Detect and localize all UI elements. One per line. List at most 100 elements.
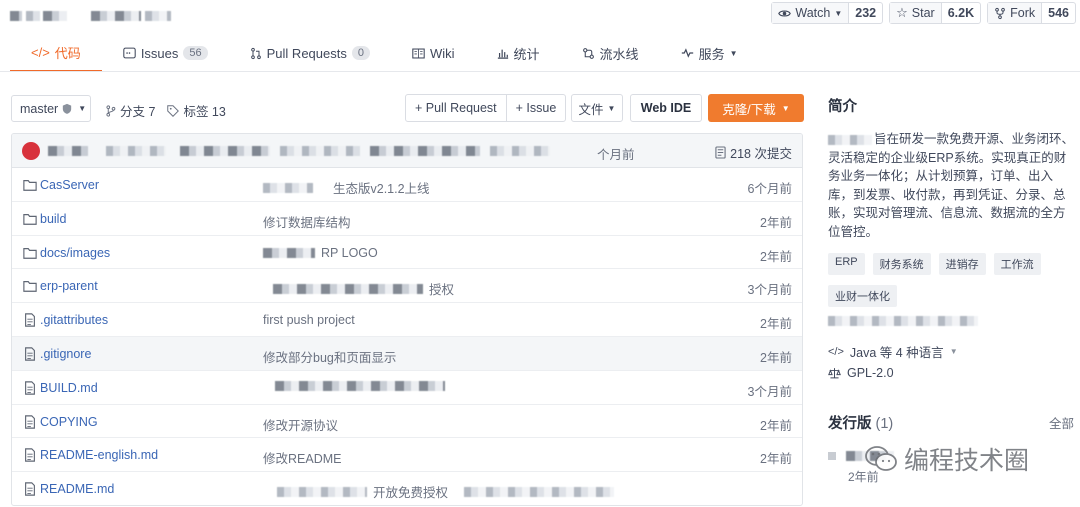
file-dropdown-button[interactable]: 文件 ▼ xyxy=(571,94,623,122)
file-name[interactable]: build xyxy=(40,212,66,226)
file-name[interactable]: .gitattributes xyxy=(40,313,108,327)
release-bullet xyxy=(828,452,836,460)
commit-message[interactable]: 修订数据库结构 xyxy=(263,212,351,231)
branches-link[interactable]: 分支 7 xyxy=(105,101,155,120)
top-bar: Watch ▼ 232 ☆ Star 6.2K Fork 546 xyxy=(0,0,1080,26)
table-row[interactable]: .gitattributes first push project 2年前 xyxy=(12,303,802,337)
table-row[interactable]: build 修订数据库结构 2年前 xyxy=(12,202,802,236)
commit-message[interactable]: first push project xyxy=(263,313,355,327)
redacted-text xyxy=(828,134,872,145)
create-button-group: + Pull Request + Issue xyxy=(405,94,567,122)
releases-header: 发行版 (1) 全部 xyxy=(828,412,1074,433)
wechat-icon xyxy=(865,446,897,471)
commit-message-redacted xyxy=(490,145,550,156)
topic-tag[interactable]: 财务系统 xyxy=(872,253,931,275)
file-name[interactable]: README.md xyxy=(40,482,114,496)
commit-time: 2年前 xyxy=(760,249,792,264)
language-info[interactable]: </> Java 等 4 种语言 ▼ xyxy=(828,342,958,361)
repo-description-text: 旨在研发一款免费开源、业务闭环、灵活稳定的企业级ERP系统。实现真正的财务业务一… xyxy=(828,132,1075,239)
table-row[interactable]: BUILD.md 3个月前 xyxy=(12,371,802,405)
pr-count-badge: 0 xyxy=(351,46,370,60)
table-row[interactable]: .gitignore 修改部分bug和页面显示 2年前 xyxy=(12,336,802,371)
commit-message[interactable]: 修改开源协议 xyxy=(263,415,338,434)
repo-title[interactable] xyxy=(10,7,171,22)
fork-count: 546 xyxy=(1048,6,1069,20)
homepage-link[interactable] xyxy=(828,316,978,326)
commit-message-redacted xyxy=(180,145,270,156)
new-issue-button[interactable]: + Issue xyxy=(505,95,566,121)
watch-label: Watch xyxy=(795,6,831,20)
tab-label: 服务 xyxy=(698,46,725,62)
commit-time: 2年前 xyxy=(760,317,792,332)
commit-time: 2年前 xyxy=(760,215,792,230)
tab-issues[interactable]: Issues 56 xyxy=(102,36,229,70)
branch-icon xyxy=(106,104,116,117)
new-pull-request-button[interactable]: + Pull Request xyxy=(406,95,506,121)
commit-count-link[interactable]: 218 次提交 xyxy=(715,143,792,162)
table-row[interactable]: CasServer 生态版v2.1.2上线 6个月前 xyxy=(12,168,802,202)
file-list: 个月前 218 次提交 CasServer 生态版v2.1.2上线 6个月前 b… xyxy=(11,133,803,506)
file-name[interactable]: erp-parent xyxy=(40,279,98,293)
eye-icon xyxy=(778,9,792,17)
folder-icon xyxy=(23,281,37,293)
tab-label: Pull Requests xyxy=(266,45,347,61)
fork-button[interactable]: Fork 546 xyxy=(987,2,1076,24)
clone-download-button[interactable]: 克隆/下载 ▼ xyxy=(708,94,804,122)
table-row[interactable]: erp-parent 授权 3个月前 xyxy=(12,269,802,304)
caret-down-icon: ▼ xyxy=(729,48,738,58)
watermark: 编程技术圈 xyxy=(864,441,1029,477)
topic-tag[interactable]: ERP xyxy=(828,253,865,275)
watch-count: 232 xyxy=(855,6,877,20)
tab-code[interactable]: </> 代码 xyxy=(10,36,102,72)
avatar[interactable] xyxy=(22,141,40,160)
pull-request-icon xyxy=(250,47,261,59)
commit-message[interactable]: 开放免费授权 xyxy=(373,482,448,501)
commit-message[interactable]: 生态版v2.1.2上线 xyxy=(333,178,430,197)
branch-selector[interactable]: master ▼ xyxy=(11,95,91,122)
fork-icon xyxy=(995,7,1005,19)
releases-count: (1) xyxy=(875,416,894,432)
table-row[interactable]: docs/images RP LOGO 2年前 xyxy=(12,236,802,270)
redacted-text xyxy=(263,182,313,193)
table-row[interactable]: COPYING 修改开源协议 2年前 xyxy=(12,405,802,439)
tab-pipeline[interactable]: 流水线 xyxy=(561,36,660,70)
tab-label: Wiki xyxy=(429,45,455,61)
commit-message[interactable]: RP LOGO xyxy=(321,246,378,260)
file-name[interactable]: docs/images xyxy=(40,246,110,260)
commit-message[interactable]: 修改部分bug和页面显示 xyxy=(263,347,396,366)
file-label: 文件 xyxy=(578,102,604,117)
tags-link[interactable]: 标签 13 xyxy=(167,101,226,120)
commit-message[interactable]: 授权 xyxy=(429,279,454,298)
tab-wiki[interactable]: Wiki xyxy=(391,36,476,70)
file-name[interactable]: .gitignore xyxy=(40,347,91,361)
redacted-text xyxy=(464,486,615,497)
intro-title: 简介 xyxy=(828,99,857,115)
table-row[interactable]: README-english.md 修改README 2年前 xyxy=(12,438,802,473)
tab-label: Issues xyxy=(140,45,179,61)
web-ide-button[interactable]: Web IDE xyxy=(630,94,702,122)
license-info[interactable]: GPL-2.0 xyxy=(828,366,894,380)
file-name[interactable]: BUILD.md xyxy=(40,381,98,395)
caret-down-icon: ▼ xyxy=(78,104,87,113)
caret-down-icon: ▼ xyxy=(949,347,958,356)
file-name[interactable]: CasServer xyxy=(40,178,99,192)
releases-all-link[interactable]: 全部 xyxy=(1049,413,1074,432)
tab-service[interactable]: 服务 ▼ xyxy=(660,36,759,70)
tab-pull-requests[interactable]: Pull Requests 0 xyxy=(229,36,391,70)
license-text: GPL-2.0 xyxy=(847,366,894,380)
topic-tag[interactable]: 业财一体化 xyxy=(828,285,897,307)
file-name[interactable]: README-english.md xyxy=(40,448,158,462)
file-name[interactable]: COPYING xyxy=(40,415,98,429)
caret-down-icon: ▼ xyxy=(781,103,790,113)
code-icon: </> xyxy=(31,44,50,60)
tab-stats[interactable]: 统计 xyxy=(476,36,561,70)
branches-count: 分支 7 xyxy=(120,105,156,119)
star-button[interactable]: ☆ Star 6.2K xyxy=(889,2,982,24)
redacted-text xyxy=(263,247,315,258)
topic-tag[interactable]: 工作流 xyxy=(993,253,1041,275)
commit-message[interactable]: 修改README xyxy=(263,448,341,467)
topic-tag[interactable]: 进销存 xyxy=(938,253,986,275)
watch-button[interactable]: Watch ▼ 232 xyxy=(771,2,884,24)
repo-description: 旨在研发一款免费开源、业务闭环、灵活稳定的企业级ERP系统。实现真正的财务业务一… xyxy=(828,130,1076,241)
table-row[interactable]: README.md 开放免费授权 xyxy=(12,472,802,505)
